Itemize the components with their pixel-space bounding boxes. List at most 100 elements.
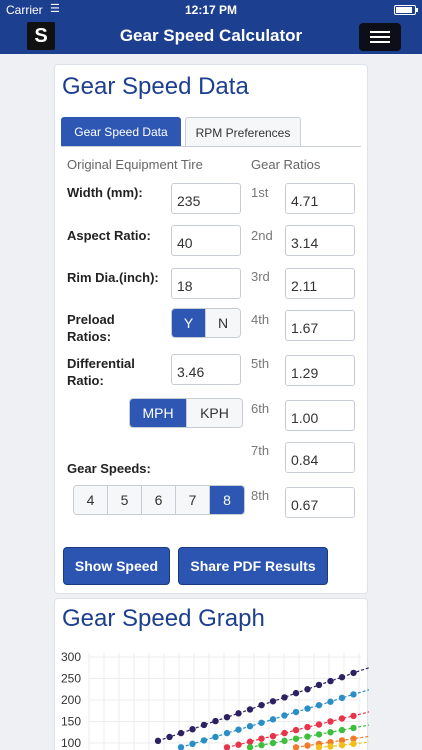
- series-point: [315, 681, 323, 689]
- series-point: [327, 718, 334, 725]
- ratio-input-1st[interactable]: 4.71: [285, 183, 355, 214]
- series-point: [350, 724, 357, 732]
- series-point: [281, 737, 288, 745]
- series-point: [304, 733, 311, 740]
- rim-diameter-input[interactable]: 18: [171, 268, 241, 299]
- ratio-input-3rd[interactable]: 2.11: [285, 268, 355, 299]
- ratio-input-8th[interactable]: 0.67: [285, 487, 355, 518]
- hamburger-menu-button[interactable]: [359, 23, 401, 51]
- ratio-input-5th[interactable]: 1.29: [285, 355, 355, 386]
- gear-speeds-option[interactable]: 5: [108, 486, 142, 514]
- series-point: [189, 726, 196, 733]
- show-speed-button[interactable]: Show Speed: [63, 547, 170, 585]
- series-point: [292, 726, 300, 734]
- series-point: [350, 712, 357, 720]
- series-point: [315, 701, 323, 709]
- series-point: [235, 726, 242, 733]
- width-input[interactable]: 235: [171, 183, 241, 214]
- tab-gear-speed-data[interactable]: Gear Speed Data: [61, 117, 181, 147]
- ratio-label-4th: 4th: [251, 312, 270, 327]
- preload-yes[interactable]: Y: [172, 309, 206, 337]
- series-point: [235, 710, 242, 717]
- ratio-input-7th[interactable]: 0.84: [285, 442, 355, 473]
- series-point: [327, 677, 334, 685]
- series-point: [177, 729, 185, 737]
- series-point: [235, 741, 242, 748]
- ratio-input-6th[interactable]: 1.00: [285, 400, 355, 431]
- differential-ratio-input[interactable]: 3.46: [171, 354, 241, 385]
- series-point: [338, 726, 346, 734]
- tab-rpm-preferences[interactable]: RPM Preferences: [185, 117, 301, 147]
- series-point: [327, 743, 334, 750]
- series-point: [281, 729, 288, 737]
- series-point: [269, 732, 277, 740]
- menu-icon: [370, 41, 390, 43]
- ratio-label-5th: 5th: [251, 356, 270, 371]
- series-point: [269, 698, 277, 705]
- aspect-ratio-label: Aspect Ratio:: [67, 228, 151, 243]
- y-tick-label: 100: [61, 736, 81, 750]
- preload-ratios-label: Preload Ratios:: [67, 312, 115, 344]
- menu-icon: [370, 36, 390, 38]
- series-point: [304, 686, 311, 693]
- series-point: [246, 706, 254, 713]
- series-point: [292, 708, 300, 716]
- share-pdf-button[interactable]: Share PDF Results: [178, 547, 328, 585]
- ratio-label-7th: 7th: [251, 443, 270, 458]
- series-point: [200, 737, 208, 744]
- gear-speeds-option[interactable]: 4: [74, 486, 108, 514]
- y-tick-label: 150: [61, 715, 81, 729]
- battery-fill: [396, 7, 413, 13]
- series-point: [223, 729, 231, 737]
- ratio-label-6th: 6th: [251, 401, 270, 416]
- series-point: [212, 733, 219, 741]
- units-kph[interactable]: KPH: [187, 399, 242, 427]
- gear-speeds-selector[interactable]: 4 5 6 7 8: [73, 485, 245, 515]
- gear-speeds-label: Gear Speeds:: [67, 461, 151, 476]
- ratio-label-8th: 8th: [251, 488, 270, 503]
- card-title: Gear Speed Data: [62, 73, 249, 100]
- ratio-input-2nd[interactable]: 3.14: [285, 225, 355, 256]
- menu-icon: [370, 31, 390, 33]
- series-point: [292, 735, 300, 742]
- aspect-ratio-input[interactable]: 40: [171, 225, 241, 256]
- series-point: [281, 712, 288, 719]
- series-point: [166, 733, 173, 741]
- gear-speeds-option[interactable]: 7: [176, 486, 210, 514]
- series-point: [304, 705, 311, 712]
- preload-no[interactable]: N: [206, 309, 240, 337]
- gear-speeds-option[interactable]: 8: [210, 486, 244, 514]
- series-point: [258, 701, 265, 709]
- graph-title: Gear Speed Graph: [62, 605, 265, 632]
- ratio-label-2nd: 2nd: [251, 228, 273, 243]
- y-tick-label: 300: [61, 650, 81, 664]
- preload-toggle[interactable]: Y N: [171, 308, 241, 338]
- series-point: [338, 715, 346, 722]
- series-point: [223, 744, 231, 750]
- series-point: [269, 739, 277, 747]
- series-point: [338, 694, 346, 702]
- tire-header: Original Equipment Tire: [67, 157, 203, 172]
- series-point: [246, 723, 254, 730]
- width-label: Width (mm):: [67, 185, 143, 200]
- ratio-input-4th[interactable]: 1.67: [285, 310, 355, 341]
- tab-divider: [61, 146, 361, 147]
- status-time: 12:17 PM: [184, 3, 238, 17]
- units-toggle[interactable]: MPH KPH: [129, 398, 243, 428]
- series-point: [246, 738, 254, 745]
- series-point: [292, 744, 300, 750]
- units-mph[interactable]: MPH: [130, 399, 187, 427]
- series-point: [200, 721, 208, 729]
- nav-bar: S Gear Speed Calculator: [0, 20, 422, 54]
- status-bar: Carrier ☰ 12:17 PM: [0, 0, 422, 20]
- series-point: [304, 742, 311, 749]
- differential-ratio-label: Differential Ratio:: [67, 356, 135, 388]
- series-point: [258, 735, 265, 742]
- series-point: [246, 744, 254, 750]
- series-point: [189, 740, 196, 748]
- series-point: [304, 723, 311, 731]
- gear-speeds-option[interactable]: 6: [142, 486, 176, 514]
- series-point: [315, 731, 323, 738]
- series-point: [327, 698, 334, 705]
- series-point: [269, 716, 277, 723]
